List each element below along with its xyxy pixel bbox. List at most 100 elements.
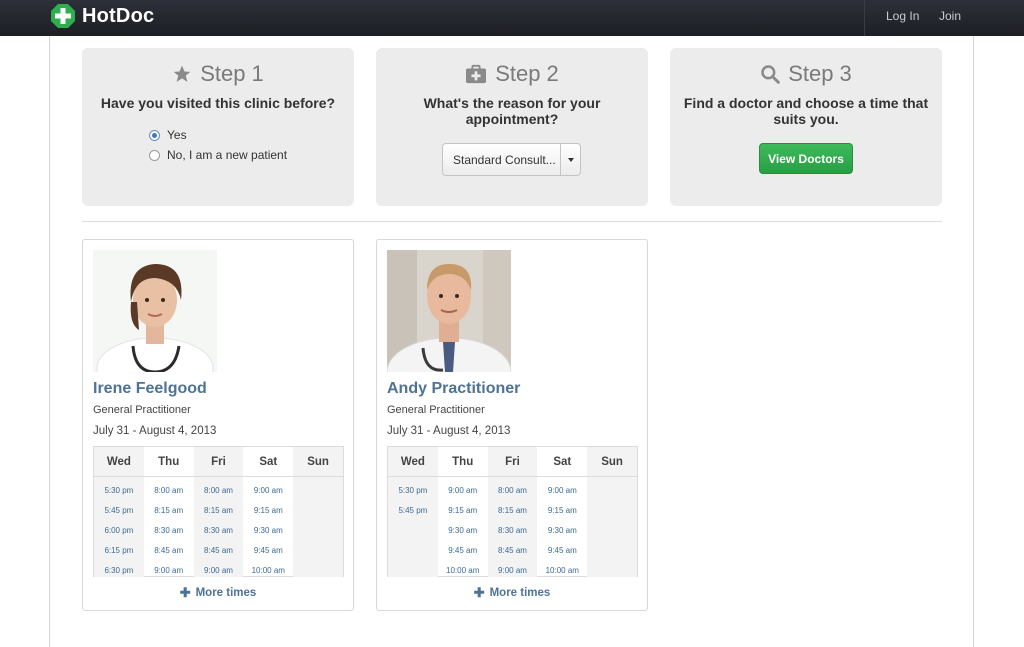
- view-doctors-button[interactable]: View Doctors: [759, 143, 853, 174]
- more-times-label: More times: [195, 587, 257, 599]
- day-column-sat: 9:00 am 9:15 am 9:30 am 9:45 am 10:00 am: [243, 477, 293, 577]
- day-header-sat: Sat: [259, 455, 278, 468]
- doctor-name-link[interactable]: Andy Practitioner: [387, 380, 520, 398]
- day-column-wed: 5:30 pm 5:45 pm 6:00 pm 6:15 pm 6:30 pm: [94, 477, 144, 577]
- radio-option-new-patient[interactable]: No, I am a new patient: [149, 148, 287, 162]
- reason-select[interactable]: Standard Consult...: [442, 143, 581, 176]
- step-2-heading: Step 2: [376, 61, 648, 87]
- day-column-sat: 9:00 am 9:15 am 9:30 am 9:45 am 10:00 am: [537, 477, 587, 577]
- time-slot[interactable]: 8:45 am: [194, 541, 244, 561]
- day-header-fri: Fri: [487, 447, 538, 476]
- time-slot[interactable]: 9:45 am: [438, 541, 488, 561]
- time-slot[interactable]: 9:45 am: [537, 541, 587, 561]
- radio-label-new-patient: No, I am a new patient: [167, 148, 288, 162]
- time-slot[interactable]: 9:00 am: [194, 561, 244, 581]
- time-slot[interactable]: 9:15 am: [438, 501, 488, 521]
- schedule-date-range: July 31 - August 4, 2013: [93, 425, 217, 437]
- time-slot[interactable]: 8:30 am: [194, 521, 244, 541]
- schedule-body: 5:30 pm 5:45 pm 6:00 pm 6:15 pm 6:30 pm …: [94, 477, 343, 577]
- step-2-question: What's the reason for your appointment?: [423, 95, 601, 127]
- more-times-button[interactable]: ✚ More times: [83, 585, 353, 601]
- step-2-title: Step 2: [495, 61, 559, 86]
- schedule-header-row: Wed Thu Fri Sat Sun: [94, 447, 343, 477]
- day-column-thu: 9:00 am 9:15 am 9:30 am 9:45 am 10:00 am: [438, 477, 488, 577]
- day-header-sun: Sun: [587, 447, 637, 476]
- time-slot[interactable]: 10:00 am: [438, 561, 488, 581]
- time-slot[interactable]: 8:30 am: [144, 521, 194, 541]
- time-slot[interactable]: 9:00 am: [144, 561, 194, 581]
- time-slot[interactable]: 8:45 am: [488, 541, 538, 561]
- more-times-label: More times: [489, 587, 551, 599]
- day-column-fri: 8:00 am 8:15 am 8:30 am 8:45 am 9:00 am: [193, 477, 244, 577]
- time-slot[interactable]: 9:00 am: [537, 481, 587, 501]
- radio-button[interactable]: [149, 149, 160, 161]
- time-slot[interactable]: 6:00 pm: [94, 521, 144, 541]
- login-link[interactable]: Log In: [886, 9, 919, 23]
- step-3-question: Find a doctor and choose a time that sui…: [683, 95, 929, 127]
- step-1-title: Step 1: [200, 61, 264, 86]
- time-slot[interactable]: 8:00 am: [144, 481, 194, 501]
- medical-kit-icon: [466, 64, 487, 84]
- time-slot[interactable]: 9:30 am: [537, 521, 587, 541]
- more-times-button[interactable]: ✚ More times: [377, 585, 647, 601]
- time-slot[interactable]: 5:45 pm: [388, 501, 438, 521]
- time-slot[interactable]: 8:15 am: [488, 501, 538, 521]
- nav-divider: [864, 0, 865, 36]
- time-slot[interactable]: 9:30 am: [243, 521, 293, 541]
- time-slot[interactable]: 10:00 am: [243, 561, 293, 581]
- step-3-panel: Step 3 Find a doctor and choose a time t…: [670, 48, 942, 206]
- time-slot[interactable]: 8:15 am: [194, 501, 244, 521]
- time-slot[interactable]: 9:00 am: [488, 561, 538, 581]
- day-column-fri: 8:00 am 8:15 am 8:30 am 8:45 am 9:00 am: [487, 477, 538, 577]
- time-slot[interactable]: 8:15 am: [144, 501, 194, 521]
- time-slot[interactable]: 9:30 am: [438, 521, 488, 541]
- time-slot[interactable]: 6:30 pm: [94, 561, 144, 581]
- radio-button-selected[interactable]: [149, 129, 160, 141]
- day-column-sun: [587, 477, 637, 577]
- top-navbar: HotDoc Log In Join: [0, 0, 1024, 36]
- join-link[interactable]: Join: [939, 9, 961, 23]
- step-1-heading: Step 1: [82, 61, 354, 87]
- time-slot[interactable]: 9:15 am: [537, 501, 587, 521]
- plus-icon: ✚: [179, 585, 191, 600]
- day-header-fri: Fri: [193, 447, 244, 476]
- time-slot[interactable]: 9:00 am: [438, 481, 488, 501]
- schedule-table: Wed Thu Fri Sat Sun 5:30 pm 5:45 pm 9:00…: [387, 446, 638, 577]
- step-3-title: Step 3: [788, 61, 852, 86]
- radio-label-yes: Yes: [167, 128, 187, 142]
- time-slot[interactable]: 9:00 am: [243, 481, 293, 501]
- step-1-question: Have you visited this clinic before?: [100, 95, 336, 111]
- time-slot[interactable]: 9:45 am: [243, 541, 293, 561]
- schedule-header-row: Wed Thu Fri Sat Sun: [388, 447, 637, 477]
- doctor-photo-irene[interactable]: [93, 250, 217, 372]
- time-slot[interactable]: 5:30 pm: [94, 481, 144, 501]
- step-1-panel: Step 1 Have you visited this clinic befo…: [82, 48, 354, 206]
- step-2-panel: Step 2 What's the reason for your appoin…: [376, 48, 648, 206]
- time-slot[interactable]: 6:15 pm: [94, 541, 144, 561]
- time-slot[interactable]: 8:00 am: [194, 481, 244, 501]
- time-slot[interactable]: 5:30 pm: [388, 481, 438, 501]
- doctor-name-link[interactable]: Irene Feelgood: [93, 380, 207, 398]
- time-slot[interactable]: 8:45 am: [144, 541, 194, 561]
- day-header-wed: Wed: [94, 447, 144, 476]
- time-slot[interactable]: 8:00 am: [488, 481, 538, 501]
- time-slot[interactable]: 8:30 am: [488, 521, 538, 541]
- main-content: Step 1 Have you visited this clinic befo…: [49, 36, 974, 647]
- reason-select-value: Standard Consult...: [453, 152, 556, 167]
- brand-name: HotDoc: [82, 4, 155, 27]
- doctor-role: General Practitioner: [93, 404, 191, 416]
- doctor-card: Andy Practitioner General Practitioner J…: [376, 239, 648, 611]
- day-column-thu: 8:00 am 8:15 am 8:30 am 8:45 am 9:00 am: [144, 477, 194, 577]
- section-divider: [82, 221, 942, 222]
- doctor-photo-andy[interactable]: [387, 250, 511, 372]
- time-slot[interactable]: 5:45 pm: [94, 501, 144, 521]
- time-slot[interactable]: 9:15 am: [243, 501, 293, 521]
- medical-cross-icon: [51, 4, 75, 28]
- time-slot[interactable]: 10:00 am: [537, 561, 587, 581]
- brand-logo[interactable]: HotDoc: [50, 3, 154, 29]
- day-column-wed: 5:30 pm 5:45 pm: [388, 477, 438, 577]
- radio-option-yes[interactable]: Yes: [149, 128, 187, 142]
- caret-down-icon: [567, 157, 574, 162]
- select-caret[interactable]: [560, 144, 580, 175]
- day-header-thu: Thu: [158, 455, 180, 468]
